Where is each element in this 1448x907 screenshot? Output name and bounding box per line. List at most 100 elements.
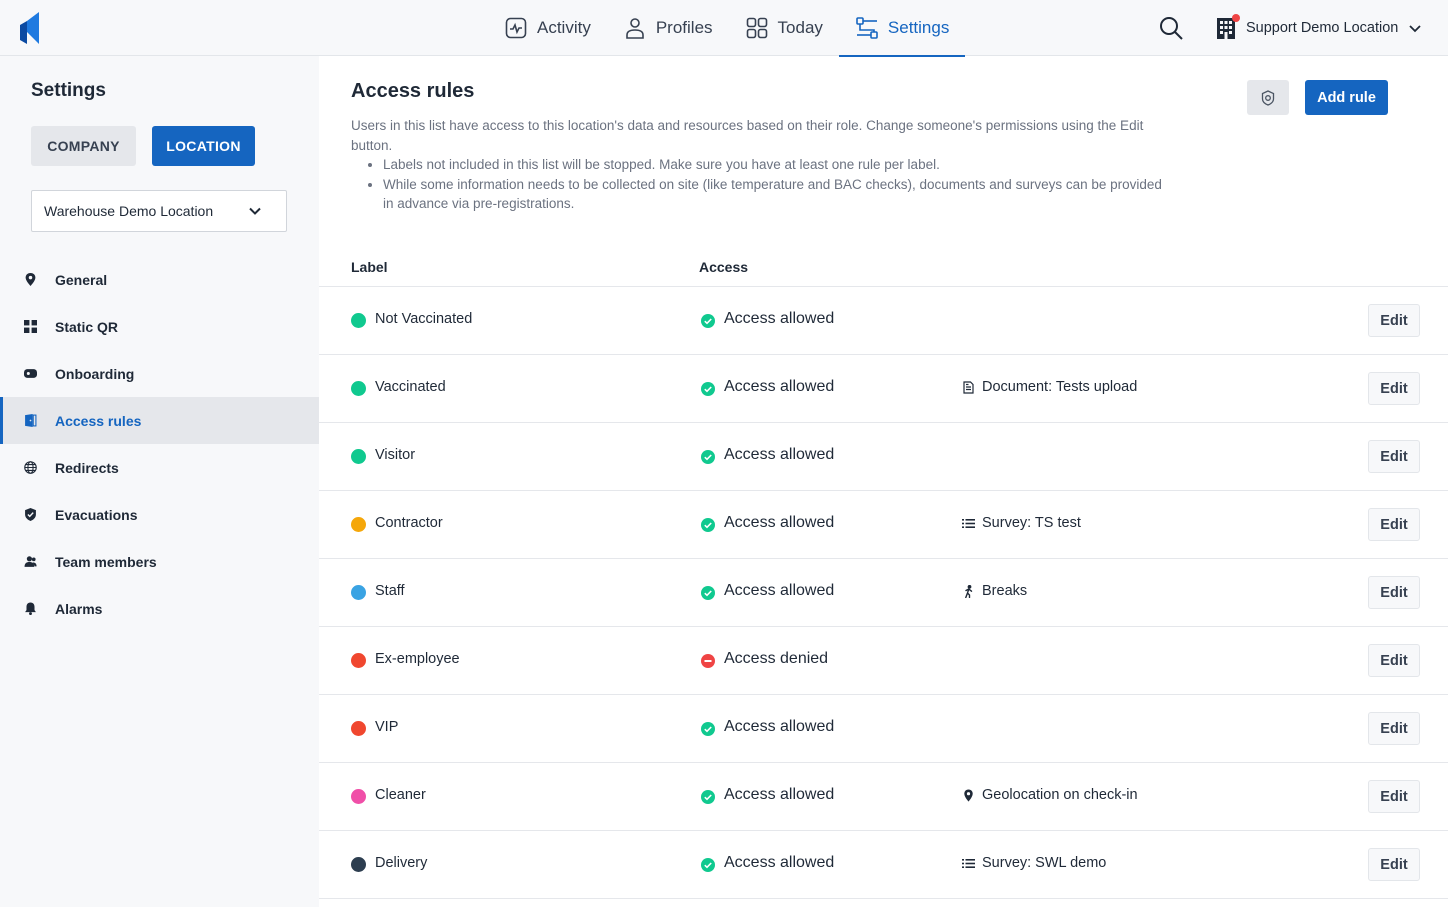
sidebar-item-alarms[interactable]: Alarms — [0, 585, 319, 632]
requirement-text: Survey: SWL demo — [982, 855, 1107, 871]
edit-button[interactable]: Edit — [1368, 508, 1420, 541]
sidebar-item-label: Access rules — [55, 412, 142, 429]
location-switcher[interactable]: Support Demo Location — [1216, 14, 1422, 42]
check-circle-icon — [701, 586, 715, 600]
sidebar-item-onboarding[interactable]: Onboarding — [0, 350, 319, 397]
search-icon[interactable] — [1158, 15, 1184, 41]
rule-requirement: Document: Tests upload — [962, 379, 1137, 395]
location-tab[interactable]: LOCATION — [152, 126, 255, 166]
bullet-item: While some information needs to be colle… — [383, 175, 1171, 214]
table-row: Visitor Access allowed Edit — [319, 423, 1448, 491]
main-nav: Activity Profiles Today Settings — [488, 0, 966, 57]
edit-button[interactable]: Edit — [1368, 780, 1420, 813]
access-status: Access allowed — [724, 378, 835, 395]
access-rules-table: Not Vaccinated Access allowed Edit Vaccinat… — [319, 286, 1448, 899]
label-name: Ex-employee — [375, 651, 460, 667]
access-status-indicator — [701, 858, 715, 872]
main-content: Access rules Add rule Users in this list… — [319, 56, 1448, 907]
grid-icon — [746, 17, 767, 39]
nav-today-label: Today — [777, 18, 823, 37]
sidebar-item-static-qr[interactable]: Static QR — [0, 303, 319, 350]
label-color-dot — [351, 381, 366, 396]
access-status: Access allowed — [724, 582, 835, 599]
location-select-value: Warehouse Demo Location — [44, 203, 214, 219]
sidebar: Settings COMPANY LOCATION Warehouse Demo… — [0, 56, 319, 907]
access-status: Access allowed — [724, 854, 835, 871]
access-status: Access allowed — [724, 514, 835, 531]
location-select[interactable]: Warehouse Demo Location — [31, 190, 287, 232]
label-name: Visitor — [375, 447, 416, 463]
sidebar-item-label: Evacuations — [55, 506, 138, 523]
check-circle-icon — [701, 722, 715, 736]
sidebar-title: Settings — [31, 80, 106, 101]
check-circle-icon — [701, 450, 715, 464]
sidebar-item-general[interactable]: General — [0, 256, 319, 303]
access-status-indicator — [701, 518, 715, 532]
access-status: Access allowed — [724, 718, 835, 735]
access-status: Access allowed — [724, 310, 835, 327]
rule-requirement: Survey: TS test — [962, 515, 1081, 531]
label-name: Contractor — [375, 515, 443, 531]
denied-icon — [701, 654, 715, 668]
column-access: Access — [699, 259, 749, 275]
sidebar-item-label: Static QR — [55, 318, 119, 335]
check-circle-icon — [701, 314, 715, 328]
label-color-dot — [351, 789, 366, 804]
edit-button[interactable]: Edit — [1368, 440, 1420, 473]
sidebar-item-label: General — [55, 271, 108, 288]
label-color-dot — [351, 585, 366, 600]
edit-button[interactable]: Edit — [1368, 848, 1420, 881]
access-status-indicator — [701, 382, 715, 396]
table-row: VIP Access allowed Edit — [319, 695, 1448, 763]
pin-icon — [25, 273, 36, 286]
add-rule-button[interactable]: Add rule — [1305, 80, 1388, 115]
label-name: Cleaner — [375, 787, 426, 803]
access-status-indicator — [701, 654, 715, 668]
edit-button[interactable]: Edit — [1368, 372, 1420, 405]
rule-requirement: Geolocation on check-in — [962, 787, 1138, 803]
sidebar-item-team-members[interactable]: Team members — [0, 538, 319, 585]
settings-secondary-button[interactable] — [1247, 80, 1289, 115]
label-name: Not Vaccinated — [375, 311, 473, 327]
app-logo[interactable] — [20, 12, 42, 44]
nav-profiles[interactable]: Profiles — [607, 0, 729, 56]
access-status: Access denied — [724, 650, 829, 667]
notification-dot — [1232, 14, 1240, 22]
label-color-dot — [351, 653, 366, 668]
column-label: Label — [351, 259, 388, 275]
top-bar: Activity Profiles Today Settings Support… — [0, 0, 1448, 57]
nav-settings[interactable]: Settings — [838, 0, 966, 57]
table-row: Not Vaccinated Access allowed Edit — [319, 287, 1448, 355]
table-row: Cleaner Access allowed Geolocation on chec… — [319, 763, 1448, 831]
requirement-text: Survey: TS test — [982, 515, 1081, 531]
access-status-indicator — [701, 450, 715, 464]
page-title: Access rules — [351, 80, 475, 102]
table-row: Ex-employee Access denied Edit — [319, 627, 1448, 695]
badge-icon — [1261, 89, 1275, 106]
chevron-down-icon — [1409, 25, 1421, 33]
label-color-dot — [351, 313, 366, 328]
edit-button[interactable]: Edit — [1368, 304, 1420, 337]
label-color-dot — [351, 449, 366, 464]
edit-button[interactable]: Edit — [1368, 712, 1420, 745]
sidebar-item-label: Onboarding — [55, 365, 135, 382]
edit-button[interactable]: Edit — [1368, 644, 1420, 677]
building-icon — [1216, 14, 1240, 39]
sidebar-item-access-rules[interactable]: Access rules — [0, 397, 319, 444]
sidebar-item-evacuations[interactable]: Evacuations — [0, 491, 319, 538]
sidebar-item-redirects[interactable]: Redirects — [0, 444, 319, 491]
pin-icon — [964, 789, 973, 801]
label-name: Staff — [375, 583, 405, 599]
label-color-dot — [351, 857, 366, 872]
check-circle-icon — [701, 790, 715, 804]
nav-today[interactable]: Today — [729, 0, 839, 56]
rule-requirement: Breaks — [962, 583, 1027, 599]
edit-button[interactable]: Edit — [1368, 576, 1420, 609]
access-status-indicator — [701, 586, 715, 600]
nav-activity[interactable]: Activity — [488, 0, 607, 56]
company-tab[interactable]: COMPANY — [31, 126, 136, 166]
bullet-item: Labels not included in this list will be… — [383, 155, 1171, 175]
nav-profiles-label: Profiles — [655, 18, 713, 37]
document-icon — [963, 380, 974, 394]
nav-activity-label: Activity — [537, 18, 591, 37]
